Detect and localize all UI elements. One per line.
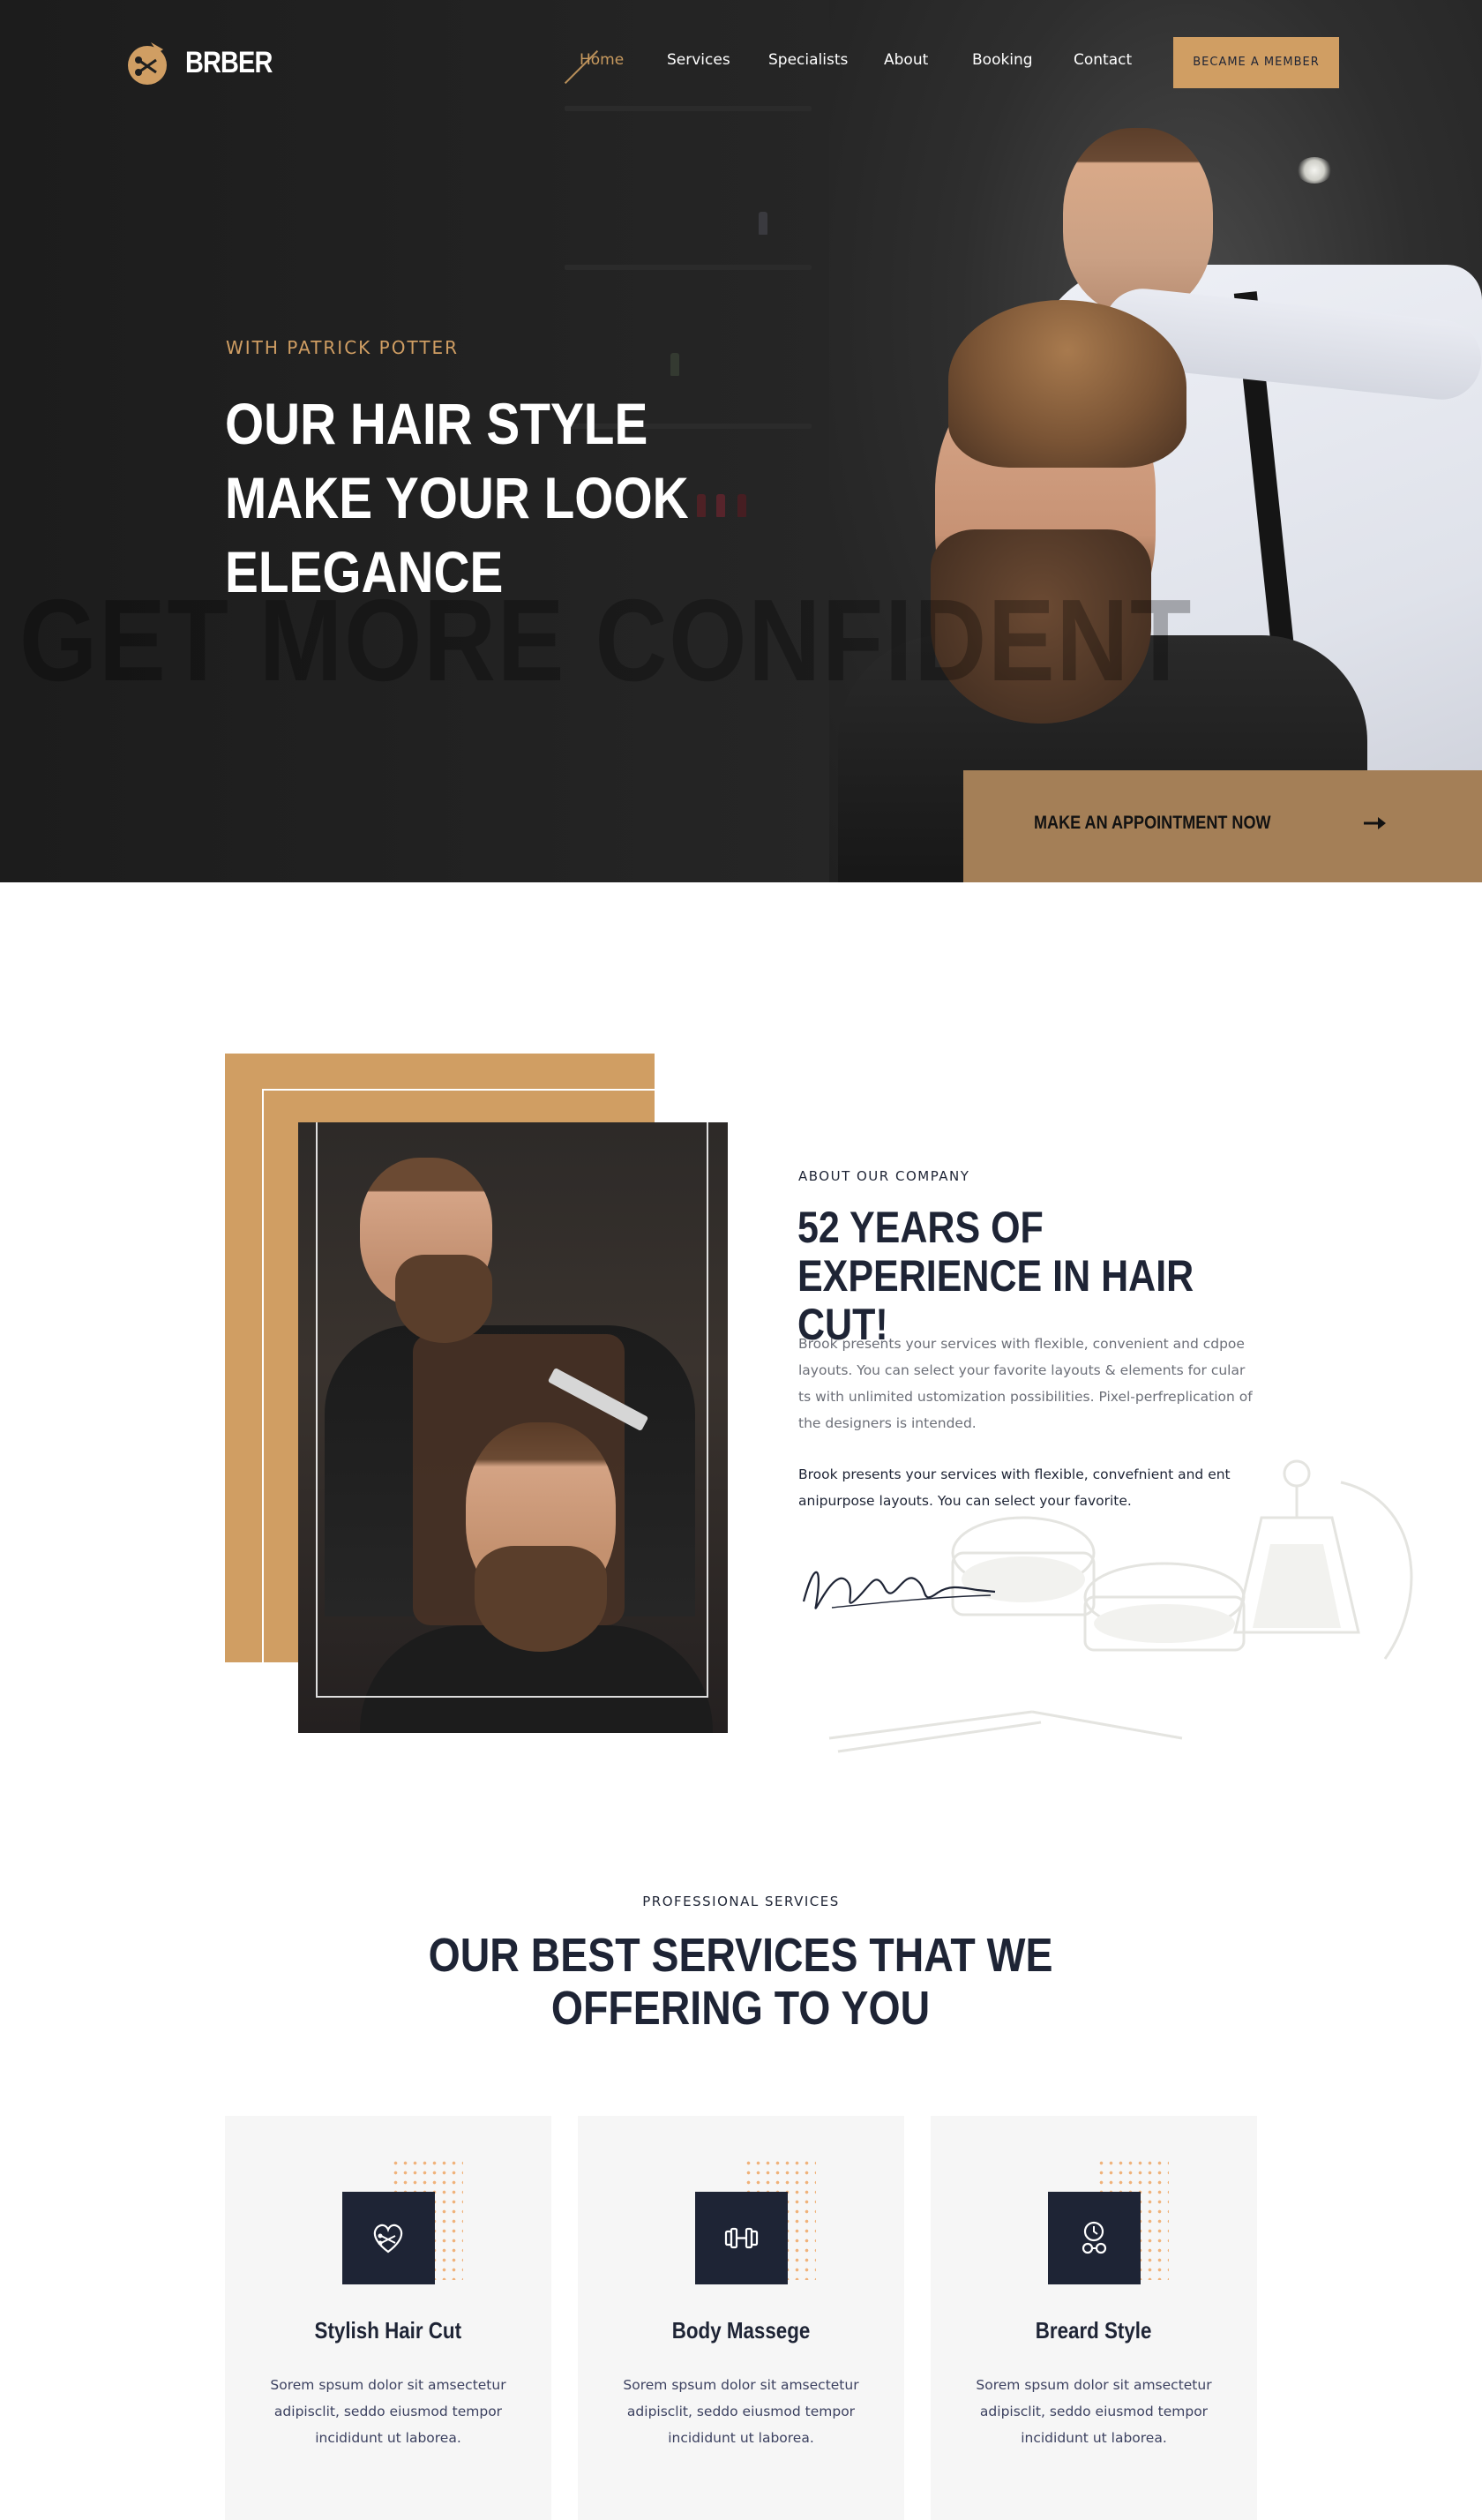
become-member-button[interactable]: BECAME A MEMBER (1173, 37, 1339, 88)
nav-item-booking[interactable]: Booking (972, 51, 1033, 69)
barber-head (1063, 128, 1213, 313)
service-icon-box (1048, 2192, 1141, 2284)
nav-item-contact[interactable]: Contact (1074, 51, 1132, 69)
nav-item-specialists[interactable]: Specialists (768, 51, 848, 69)
services-kicker: PROFESSIONAL SERVICES (642, 1894, 840, 1909)
about-kicker: ABOUT OUR COMPANY (798, 1168, 970, 1184)
bottle (670, 353, 679, 376)
appointment-label: MAKE AN APPOINTMENT NOW (1034, 813, 1271, 833)
about-paragraph-2: Brook presents your services with flexib… (798, 1466, 1231, 1509)
service-card-text: Sorem spsum dolor sit amsectetur adipisc… (623, 2377, 859, 2446)
bottle (759, 212, 767, 235)
service-card-title: Breard Style (1036, 2317, 1152, 2344)
service-card-title: Stylish Hair Cut (314, 2317, 462, 2344)
shelf (565, 106, 812, 111)
brand-name[interactable]: BRBER (185, 46, 273, 80)
service-card-text: Sorem spsum dolor sit amsectetur adipisc… (270, 2377, 506, 2446)
service-card-body-massege[interactable]: Body Massege Sorem spsum dolor sit amsec… (578, 2116, 904, 2520)
clock-razor-icon (1082, 2221, 1107, 2254)
service-card-breard-style[interactable]: Breard Style Sorem spsum dolor sit amsec… (931, 2116, 1257, 2520)
about-title: 52 YEARS OF EXPERIENCE IN HAIR CUT! (797, 1203, 1194, 1349)
heart-scissors-icon (373, 2224, 403, 2254)
photo-inner-outline (316, 1122, 708, 1698)
service-card-stylish-hair-cut[interactable]: Stylish Hair Cut Sorem spsum dolor sit a… (225, 2116, 551, 2520)
signature-image (802, 1571, 996, 1609)
nav-item-services[interactable]: Services (667, 51, 730, 69)
service-card-title: Body Massege (671, 2317, 811, 2344)
services-title-line-1: OUR BEST SERVICES THAT WE (429, 1929, 1053, 1982)
hero-ghost-text: GET MORE CONFIDENT (19, 575, 1194, 705)
shelf (565, 265, 812, 270)
services-title-line-2: OFFERING TO YOU (551, 1982, 931, 2035)
ceiling-lamp (1297, 157, 1332, 184)
arrow-right-icon (1364, 817, 1386, 829)
service-card-text: Sorem spsum dolor sit amsectetur adipisc… (976, 2377, 1212, 2446)
dumbbell-icon (724, 2227, 759, 2249)
appointment-button[interactable]: MAKE AN APPOINTMENT NOW (963, 770, 1482, 882)
hero-kicker: WITH PATRICK POTTER (226, 337, 460, 358)
nav-item-about[interactable]: About (884, 51, 928, 69)
hero-section: BRBER Home Services Specialists About Bo… (0, 0, 1482, 882)
about-paragraph-1: Brook presents your services with flexib… (798, 1336, 1253, 1431)
service-icon-box (342, 2192, 435, 2284)
about-photo (298, 1122, 728, 1733)
service-icon-box (695, 2192, 788, 2284)
services-title: OUR BEST SERVICES THAT WE OFFERING TO YO… (0, 1929, 1482, 2035)
scissors-comb-icon[interactable] (126, 39, 172, 86)
